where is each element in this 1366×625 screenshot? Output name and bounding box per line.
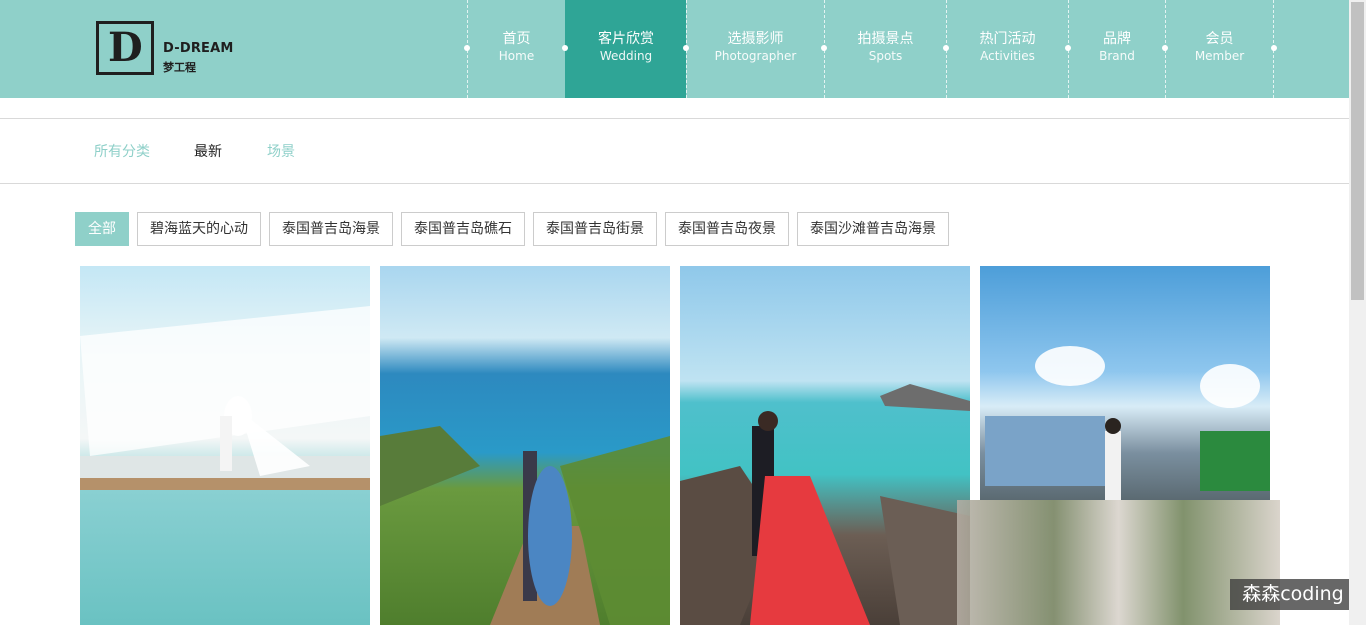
wedding-photo-image	[680, 384, 970, 625]
nav-dot-icon	[1271, 45, 1277, 51]
nav-label-en: Member	[1194, 49, 1245, 63]
scrollbar-thumb[interactable]	[1351, 2, 1364, 300]
wedding-photo-card[interactable]	[80, 266, 370, 625]
nav-label-zh: 选摄影师	[727, 31, 784, 47]
logo-mark: D	[108, 24, 143, 71]
nav-item-activities[interactable]: 热门活动 Activities	[943, 0, 1068, 98]
nav-label-zh: 首页	[502, 31, 531, 47]
nav-dot-icon	[1162, 45, 1168, 51]
wedding-photo-image	[380, 426, 670, 625]
nav-item-photographer[interactable]: 选摄影师 Photographer	[683, 0, 824, 98]
filter-button[interactable]: 泰国普吉岛夜景	[665, 212, 789, 246]
nav-item-wedding[interactable]: 客片欣赏 Wedding	[562, 0, 686, 98]
nav-label-en: Photographer	[714, 49, 797, 63]
page: D D-DREAM 梦工程 首页 Home 客片欣赏 Wedding 选摄影师 …	[0, 0, 1366, 625]
nav-label-zh: 客片欣赏	[598, 31, 654, 47]
wedding-photo-card[interactable]	[380, 266, 670, 625]
wedding-photo-image	[80, 306, 370, 490]
nav-dot-icon	[683, 45, 689, 51]
filter-button[interactable]: 泰国普吉岛礁石	[401, 212, 525, 246]
nav-label-en: Wedding	[599, 49, 653, 63]
nav-label-zh: 品牌	[1103, 31, 1131, 47]
wedding-photo-card[interactable]	[680, 266, 970, 625]
filter-button[interactable]: 泰国沙滩普吉岛海景	[797, 212, 949, 246]
filter-button[interactable]: 碧海蓝天的心动	[137, 212, 261, 246]
nav-label-en: Brand	[1099, 49, 1135, 63]
main-nav: 首页 Home 客片欣赏 Wedding 选摄影师 Photographer 拍…	[464, 0, 1277, 98]
nav-label-en: Home	[498, 49, 535, 63]
wedding-photo-card[interactable]	[980, 266, 1270, 500]
nav-dot-icon	[943, 45, 949, 51]
nav-label-en: Activities	[980, 49, 1035, 63]
category-all-link[interactable]: 所有分类	[94, 143, 150, 161]
logo[interactable]: D D-DREAM 梦工程	[96, 21, 234, 75]
nav-label-zh: 会员	[1205, 31, 1234, 47]
nav-item-member[interactable]: 会员 Member	[1162, 0, 1277, 98]
nav-dot-icon	[1065, 45, 1071, 51]
wedding-photo-image	[985, 346, 1270, 500]
nav-dot-icon	[464, 45, 470, 51]
watermark-label: 森森coding	[1230, 579, 1356, 610]
logo-subtitle: 梦工程	[163, 61, 196, 74]
nav-dot-icon	[821, 45, 827, 51]
category-newest-link[interactable]: 最新	[194, 143, 222, 161]
nav-item-home[interactable]: 首页 Home	[464, 0, 565, 98]
logo-mark-icon: D	[96, 21, 154, 75]
nav-label-en: Spots	[868, 49, 903, 63]
filter-button-all[interactable]: 全部	[75, 212, 129, 246]
nav-item-spots[interactable]: 拍摄景点 Spots	[821, 0, 946, 98]
nav-label-zh: 拍摄景点	[857, 31, 914, 47]
filter-button[interactable]: 泰国普吉岛海景	[269, 212, 393, 246]
filter-button[interactable]: 泰国普吉岛街景	[533, 212, 657, 246]
nav-item-brand[interactable]: 品牌 Brand	[1065, 0, 1165, 98]
nav-label-zh: 热门活动	[979, 31, 1036, 47]
filter-button-group: 全部 碧海蓝天的心动 泰国普吉岛海景 泰国普吉岛礁石 泰国普吉岛街景 泰国普吉岛…	[75, 212, 949, 246]
logo-name: D-DREAM	[163, 41, 234, 56]
nav-dot-icon	[562, 45, 568, 51]
category-scene-link[interactable]: 场景	[267, 143, 295, 161]
vertical-scrollbar[interactable]	[1349, 0, 1366, 625]
site-header: D D-DREAM 梦工程 首页 Home 客片欣赏 Wedding 选摄影师 …	[0, 0, 1349, 98]
category-bar: 所有分类 最新 场景	[0, 118, 1349, 184]
